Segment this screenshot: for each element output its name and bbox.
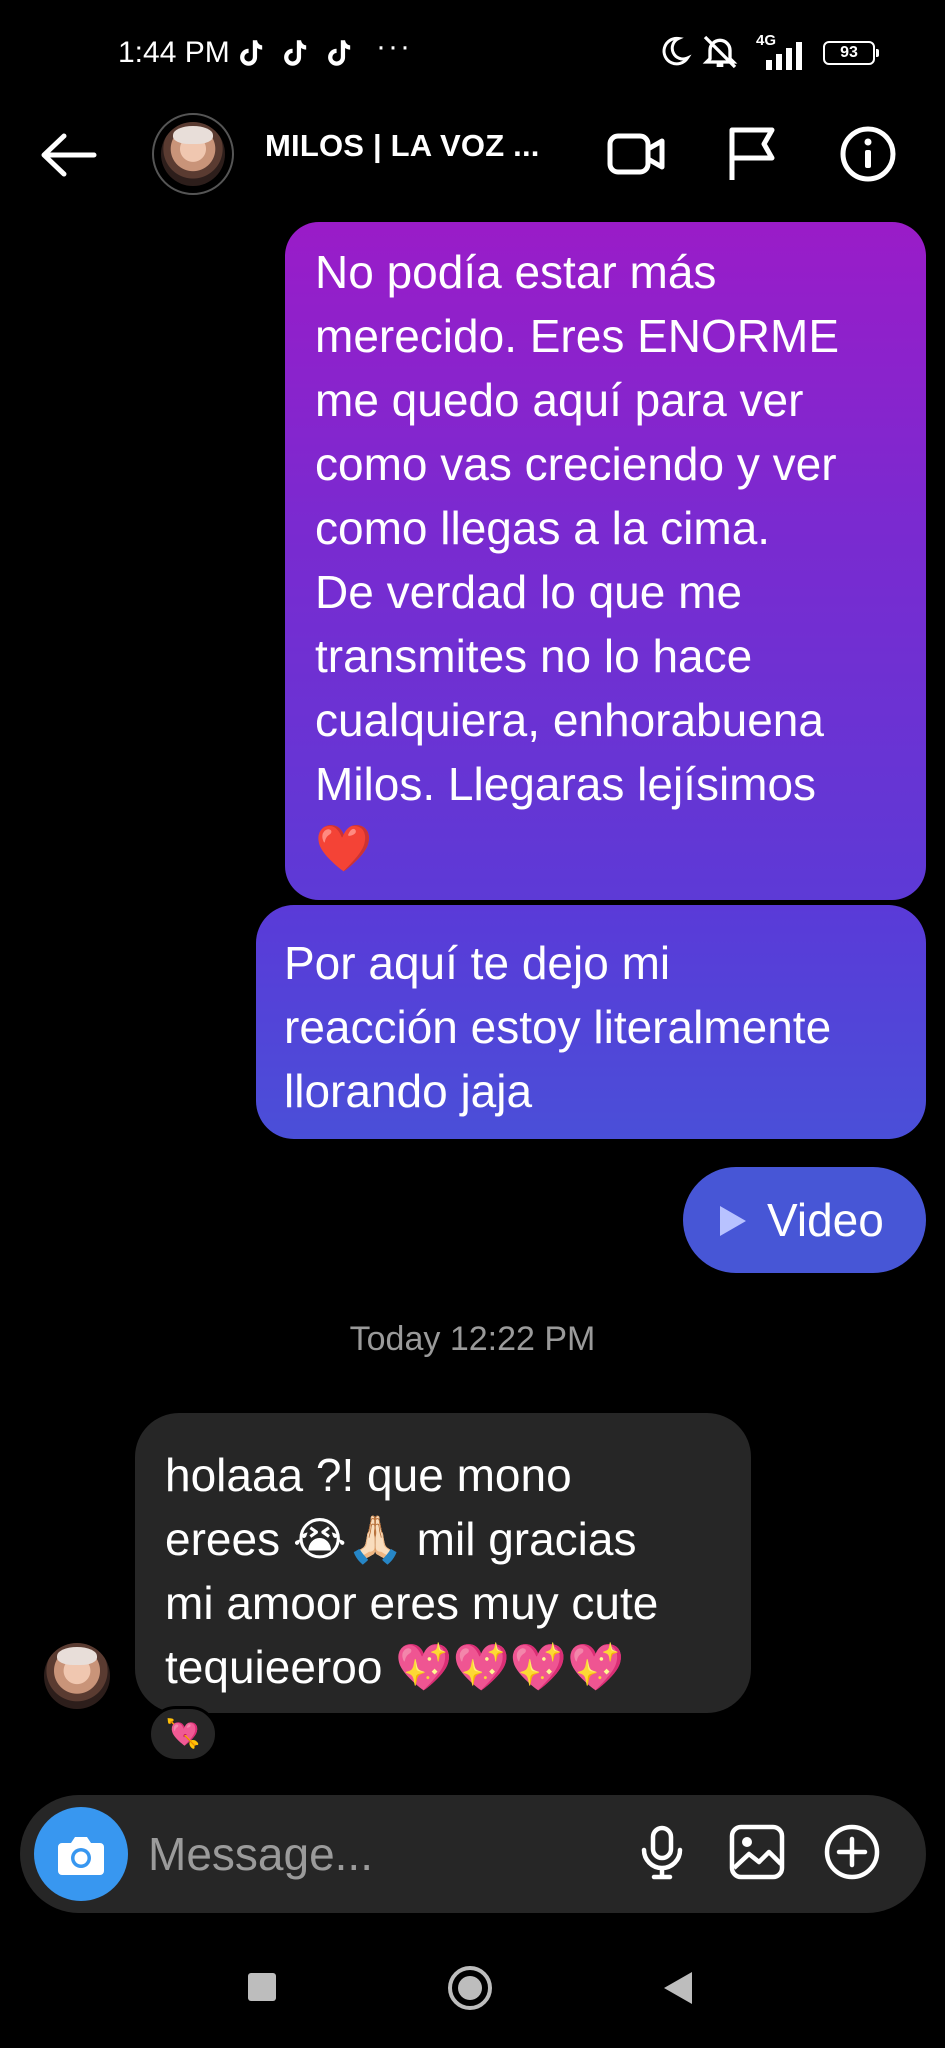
camera-button[interactable] [34, 1807, 128, 1901]
message-line: me quedo aquí para ver [315, 374, 804, 426]
received-message-bubble[interactable]: holaaa ?! que mono erees 😭🙏🏻 mil gracias… [135, 1413, 751, 1713]
message-line: transmites no lo hace [315, 630, 753, 682]
message-line: tequieeroo 💖💖💖💖 [165, 1641, 625, 1693]
message-line: merecido. Eres ENORME [315, 310, 840, 362]
more-notifications-indicator: ··· [376, 30, 412, 63]
message-line: Por aquí te dejo mi [284, 937, 671, 989]
sender-avatar[interactable] [44, 1643, 110, 1709]
message-line: mi amoor eres muy cute [165, 1577, 659, 1629]
message-line: erees 😭🙏🏻 mil gracias [165, 1513, 637, 1565]
flag-icon[interactable] [720, 122, 784, 186]
message-line: Milos. Llegaras lejísimos [315, 758, 817, 810]
add-icon[interactable] [822, 1822, 882, 1882]
message-input[interactable] [146, 1826, 620, 1882]
signal-icon [766, 42, 802, 70]
info-icon[interactable] [836, 122, 900, 186]
back-arrow-icon[interactable] [38, 130, 98, 180]
message-reaction[interactable]: 💘 [148, 1706, 218, 1762]
message-line: reacción estoy literalmente [284, 1001, 832, 1053]
message-timestamp: Today 12:22 PM [349, 1320, 596, 1358]
contact-avatar[interactable] [152, 113, 234, 195]
message-line: como llegas a la cima. [315, 502, 771, 554]
tiktok-icon [240, 40, 263, 66]
tiktok-icon [328, 40, 351, 66]
message-line: llorando jaja [284, 1065, 533, 1117]
muted-bell-icon [702, 35, 738, 69]
sent-message-bubble[interactable]: No podía estar más merecido. Eres ENORME… [285, 222, 926, 900]
message-line: De verdad lo que me [315, 566, 743, 618]
battery-indicator: 93 [823, 41, 879, 65]
sent-message-bubble[interactable]: Por aquí te dejo mi reacción estoy liter… [256, 905, 926, 1139]
video-label: Video [767, 1194, 884, 1246]
message-line: No podía estar más [315, 246, 717, 298]
gallery-icon[interactable] [727, 1822, 787, 1882]
tiktok-icon [284, 40, 307, 66]
nav-back-button[interactable] [664, 1972, 692, 2004]
message-line: holaaa ?! que mono [165, 1449, 572, 1501]
microphone-icon[interactable] [632, 1822, 692, 1882]
camera-icon [58, 1837, 104, 1875]
heart-emoji: ❤️ [315, 822, 373, 874]
recents-button[interactable] [248, 1973, 276, 2001]
message-line: cualquiera, enhorabuena [315, 694, 824, 746]
video-call-icon[interactable] [604, 122, 668, 186]
message-line: como vas creciendo y ver [315, 438, 837, 490]
status-time: 1:44 PM [118, 36, 230, 69]
moon-icon [662, 36, 692, 66]
home-button[interactable] [448, 1966, 492, 2010]
contact-name[interactable]: MILOS | LA VOZ ... [265, 128, 540, 164]
play-icon [720, 1206, 746, 1236]
